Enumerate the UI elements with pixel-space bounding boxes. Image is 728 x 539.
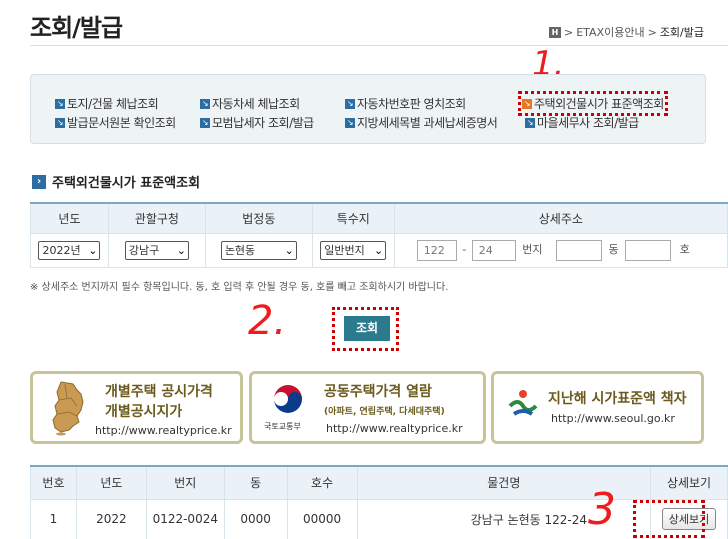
banner-title: 공동주택가격 열람 — [324, 384, 432, 400]
header-ho: 호수 — [286, 465, 358, 500]
search-form-table: 년도 관할구청 법정동 특수지 상세주소 2022년 ⌄ 강남구 ⌄ 논현동 ⌄ 일반… — [30, 202, 728, 268]
link-vehicle-tax-arrears[interactable]: ↘ 자동차세 체납조회 — [200, 95, 300, 112]
breadcrumb: H > ETAX이용안내 > 조회/발급 — [549, 24, 704, 40]
breadcrumb-item[interactable]: ETAX이용안내 — [576, 24, 644, 40]
banner-title: 지난해 시가표준액 책자 — [548, 391, 687, 407]
cell-dong: 0000 — [223, 498, 288, 539]
special-select[interactable]: 일반번지 ⌄ — [320, 240, 387, 260]
district-select[interactable]: 강남구 ⌄ — [124, 240, 189, 260]
cell-year: 2022 — [75, 498, 147, 539]
banner-standard-price-book[interactable]: 지난해 시가표준액 책자 http://www.seoul.go.kr — [491, 371, 704, 444]
cell-bunji: 0122-0024 — [145, 498, 225, 539]
ho-input[interactable] — [625, 239, 672, 261]
breadcrumb-separator: > — [564, 25, 574, 39]
quick-links-box: ↘ 토지/건물 체납조회 ↘ 자동차세 체납조회 ↘ 자동차번호판 영치조회 ↘ 주택외… — [30, 74, 706, 144]
link-non-housing-standard-price[interactable]: ↘ 주택외건물시가 표준액조회 — [518, 91, 668, 116]
section-arrow-icon: › — [32, 174, 46, 189]
arrow-icon: ↘ — [525, 117, 535, 128]
banner-org: 국토교통부 — [264, 422, 301, 431]
header-no: 번호 — [30, 465, 77, 500]
annotation-step-3: 3 — [588, 484, 616, 535]
chevron-down-icon: ⌄ — [374, 243, 384, 257]
korea-map-icon — [52, 381, 84, 436]
search-button[interactable]: 조회 — [344, 316, 390, 341]
bunji-sub-input[interactable]: 24 — [471, 239, 516, 261]
dong-input[interactable] — [555, 239, 602, 261]
notice-text: ※ 상세주소 번지까지 필수 항목입니다. 동, 호 입력 후 안될 경우 동,… — [30, 282, 449, 293]
arrow-icon: ↘ — [200, 117, 210, 128]
header-dong: 동 — [223, 465, 288, 500]
results-table: 번호 년도 번지 동 호수 물건명 상세보기 1 2022 0122-0024 … — [30, 465, 728, 539]
header-legal-dong: 법정동 — [204, 202, 313, 234]
section-title: › 주택외건물시가 표준액조회 — [32, 172, 200, 191]
banner-subtitle: 개별공시지가 — [105, 404, 183, 420]
year-select[interactable]: 2022년 ⌄ — [38, 240, 101, 260]
page-title: 조회/발급 — [30, 14, 123, 42]
link-document-verify[interactable]: ↘ 발급문서원본 확인조회 — [55, 114, 176, 131]
banner-subtitle: (아파트, 연립주택, 다세대주택) — [324, 407, 445, 417]
arrow-icon: ↘ — [200, 98, 210, 109]
dong-label: 동 — [608, 243, 619, 256]
link-tax-certificate[interactable]: ↘ 지방세세목별 과세납세증명서 — [345, 114, 498, 131]
header-district: 관할구청 — [107, 202, 206, 234]
ho-label: 호 — [679, 243, 690, 256]
detail-button-highlight — [633, 500, 705, 538]
header-bunji: 번지 — [145, 465, 225, 500]
banner-title: 개별주택 공시가격 — [105, 384, 213, 400]
breadcrumb-current: 조회/발급 — [659, 26, 704, 39]
cell-no: 1 — [30, 498, 77, 539]
link-model-taxpayer[interactable]: ↘ 모범납세자 조회/발급 — [200, 114, 314, 131]
government-emblem-icon — [274, 385, 302, 413]
seoul-logo-icon — [508, 390, 538, 416]
dong-select[interactable]: 논현동 ⌄ — [220, 240, 297, 260]
table-row: 1 2022 0122-0024 0000 00000 강남구 논현동 122-… — [30, 498, 728, 539]
banner-url: http://www.realtyprice.kr — [326, 422, 463, 435]
arrow-icon: ↘ — [345, 98, 355, 109]
title-divider — [30, 45, 728, 46]
banner-url: http://www.seoul.go.kr — [551, 412, 675, 425]
arrow-icon: ↘ — [345, 117, 355, 128]
link-village-tax-accountant[interactable]: ↘ 마을세무사 조회/발급 — [525, 114, 639, 131]
bunji-label: 번지 — [522, 243, 543, 256]
breadcrumb-separator: > — [647, 25, 657, 39]
arrow-icon: ↘ — [55, 98, 65, 109]
bunji-main-input[interactable]: 122 — [416, 239, 457, 261]
link-plate-seizure[interactable]: ↘ 자동차번호판 영치조회 — [345, 95, 466, 112]
header-year: 년도 — [75, 465, 147, 500]
link-land-building-arrears[interactable]: ↘ 토지/건물 체납조회 — [55, 95, 159, 112]
header-special: 특수지 — [311, 202, 395, 234]
header-detail-address: 상세주소 — [393, 202, 728, 234]
banner-apartment-price[interactable]: 국토교통부 공동주택가격 열람 (아파트, 연립주택, 다세대주택) http:… — [249, 371, 486, 444]
bunji-dash: - — [462, 243, 467, 256]
chevron-down-icon: ⌄ — [88, 243, 98, 257]
cell-ho: 00000 — [286, 498, 358, 539]
annotation-step-2: 2. — [248, 298, 287, 344]
header-year: 년도 — [30, 202, 109, 234]
arrow-icon: ↘ — [55, 117, 65, 128]
header-detail: 상세보기 — [650, 465, 728, 500]
chevron-down-icon: ⌄ — [284, 243, 294, 257]
home-icon[interactable]: H — [549, 26, 562, 38]
arrow-icon: ↘ — [522, 98, 532, 109]
banner-individual-housing-price[interactable]: 개별주택 공시가격 개별공시지가 http://www.realtyprice.… — [30, 371, 243, 444]
banner-url: http://www.realtyprice.kr — [95, 424, 232, 437]
chevron-down-icon: ⌄ — [176, 243, 186, 257]
